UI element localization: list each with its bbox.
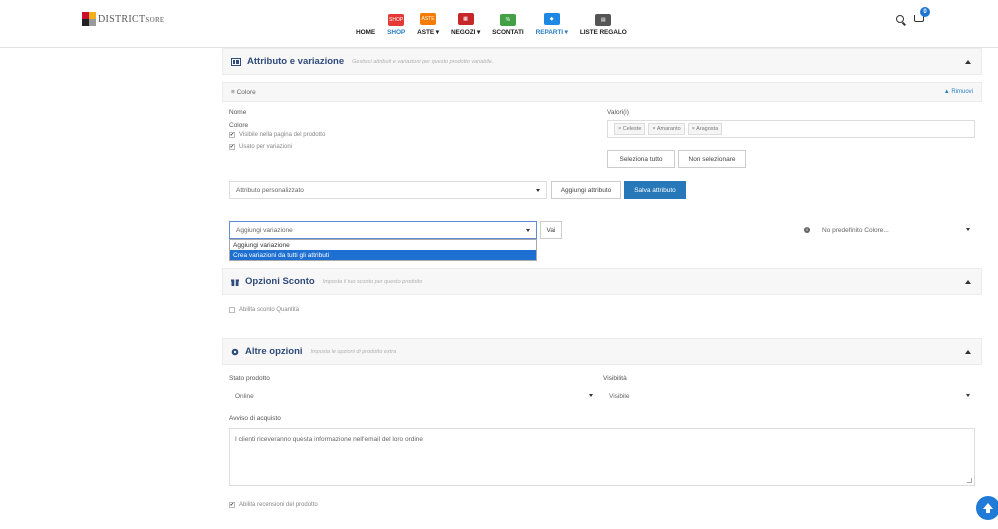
status-label: Stato prodotto (229, 375, 270, 382)
value-tag[interactable]: × Aragosta (687, 123, 723, 135)
chevron-down-icon (966, 394, 970, 397)
values-label: Valori(i) (607, 109, 629, 116)
values-input[interactable]: × Celeste × Amaranto × Aragosta (607, 120, 975, 138)
cart-icon[interactable]: 0 (914, 7, 930, 26)
collapse-icon[interactable] (965, 280, 971, 284)
store-icon: ▦ (457, 13, 474, 25)
dropdown-option[interactable]: Aggiungi variazione (230, 240, 536, 250)
nav-item-aste[interactable]: ASTE ASTE ▾ (417, 13, 439, 36)
discount-panel-title: Opzioni Sconto (245, 276, 315, 287)
color-attribute-title: ≡ Colore (231, 88, 256, 96)
top-navbar: DISTRICTSORE HOME SHOP SHOP ASTE ASTE ▾ ▦ NEGO… (0, 0, 998, 48)
status-select[interactable]: Online (229, 387, 599, 405)
used-for-variations-checkbox[interactable]: ✔ Usato per variazioni (229, 144, 292, 150)
name-label: Nome (229, 109, 247, 116)
chevron-down-icon (589, 394, 593, 397)
color-attribute-header[interactable]: ≡ Colore ▲ Rimuovi (222, 82, 982, 102)
nav-label: HOME (356, 29, 376, 36)
select-all-button[interactable]: Seleziona tutto (607, 150, 675, 168)
logo-text: DISTRICT (98, 13, 146, 25)
visibility-label: Visibilità (603, 375, 627, 382)
add-variation-select[interactable]: Aggiungi variazione (229, 221, 537, 239)
nav-item-scontati[interactable]: % SCONTATI (492, 14, 524, 36)
attributes-panel-title: Attributo e variazione (247, 56, 345, 67)
top-actions: 0 (896, 7, 930, 26)
logo-text-small: SORE (145, 15, 165, 24)
nav-label: LISTE REGALO (579, 29, 627, 36)
name-value: Colore (229, 122, 249, 129)
chevron-down-icon (536, 189, 540, 192)
nav-item-negozi[interactable]: ▦ NEGOZI ▾ (451, 13, 480, 36)
go-button[interactable]: Vai (540, 221, 562, 239)
departments-icon: ◆ (543, 13, 560, 25)
add-attribute-button[interactable]: Aggiungi attributo (551, 181, 621, 199)
attributes-panel-header[interactable]: Attributo e variazione Gestisci attribut… (222, 48, 982, 75)
logo-mark-icon (82, 12, 96, 26)
gift-icon (231, 278, 239, 286)
search-icon[interactable] (896, 15, 904, 23)
select-none-button[interactable]: Non selezionare (678, 150, 746, 168)
discount-panel-subtitle: Imposta il tuo sconto per questo prodott… (322, 278, 423, 285)
remove-attribute-link[interactable]: ▲ Rimuovi (944, 89, 973, 95)
auction-icon: ASTE (420, 13, 437, 25)
scroll-to-top-button[interactable] (976, 496, 998, 520)
nav-item-listeregalo[interactable]: ▤ LISTE REGALO (580, 14, 627, 36)
check-icon: ✔ (229, 502, 235, 508)
discount-panel-header[interactable]: Opzioni Sconto Imposta il tuo sconto per… (222, 268, 982, 295)
shop-icon: SHOP (388, 14, 405, 26)
nav-label: REPARTI ▾ (535, 29, 568, 36)
nav-label: NEGOZI ▾ (450, 29, 481, 36)
check-icon: ✔ (229, 132, 235, 138)
attributes-icon (231, 57, 241, 66)
cart-count-badge: 0 (920, 7, 930, 17)
collapse-icon[interactable] (965, 60, 971, 64)
default-variation-select[interactable]: No predefinito Colore... (816, 221, 976, 239)
purchase-notice-label: Avviso di acquisto (229, 415, 281, 422)
variation-dropdown: Aggiungi variazione Crea variazioni da tu… (229, 239, 537, 261)
gear-icon (231, 348, 239, 355)
chevron-down-icon (526, 229, 530, 232)
nav-item-reparti[interactable]: ◆ REPARTI ▾ (536, 13, 568, 36)
attributes-panel-subtitle: Gestisci attributi e variazioni per ques… (352, 58, 494, 65)
resize-handle-icon[interactable] (967, 478, 972, 483)
other-options-panel-subtitle: Imposta le opzioni di prodotto extra (310, 348, 397, 355)
dropdown-option[interactable]: Crea variazioni da tutti gli attributi (230, 250, 536, 260)
other-options-panel-title: Altre opzioni (245, 346, 303, 357)
visibility-select[interactable]: Visibile (603, 387, 976, 405)
site-logo[interactable]: DISTRICTSORE (82, 12, 165, 26)
enable-reviews-checkbox[interactable]: ✔ Abilita recensioni del prodotto (229, 502, 318, 508)
value-tag[interactable]: × Celeste (614, 123, 646, 135)
nav-label: SHOP (387, 29, 406, 36)
visible-checkbox[interactable]: ✔ Visibile nella pagina del prodotto (229, 132, 325, 138)
discount-icon: % (499, 14, 516, 26)
chevron-down-icon (966, 228, 970, 231)
save-attribute-button[interactable]: Salva attributo (624, 181, 686, 199)
quantity-discount-checkbox[interactable]: Abilita sconto Quantità (229, 307, 299, 313)
custom-attribute-select[interactable]: Attributo personalizzato (229, 181, 547, 199)
check-icon: ✔ (229, 144, 235, 150)
other-options-panel-header[interactable]: Altre opzioni Imposta le opzioni di prod… (222, 338, 982, 365)
collapse-icon[interactable] (965, 350, 971, 354)
nav-label: ASTE ▾ (417, 29, 439, 36)
nav-item-home[interactable]: HOME (356, 26, 375, 36)
main-nav: HOME SHOP SHOP ASTE ASTE ▾ ▦ NEGOZI ▾% SCONTATI… (356, 6, 639, 36)
info-icon: i (804, 227, 810, 233)
giftlist-icon: ▤ (595, 14, 612, 26)
nav-item-shop[interactable]: SHOP SHOP (387, 14, 405, 36)
nav-label: SCONTATI (492, 29, 524, 36)
purchase-notice-textarea[interactable]: I clienti riceveranno questa informazion… (229, 428, 975, 486)
value-tag[interactable]: × Amaranto (648, 123, 685, 135)
